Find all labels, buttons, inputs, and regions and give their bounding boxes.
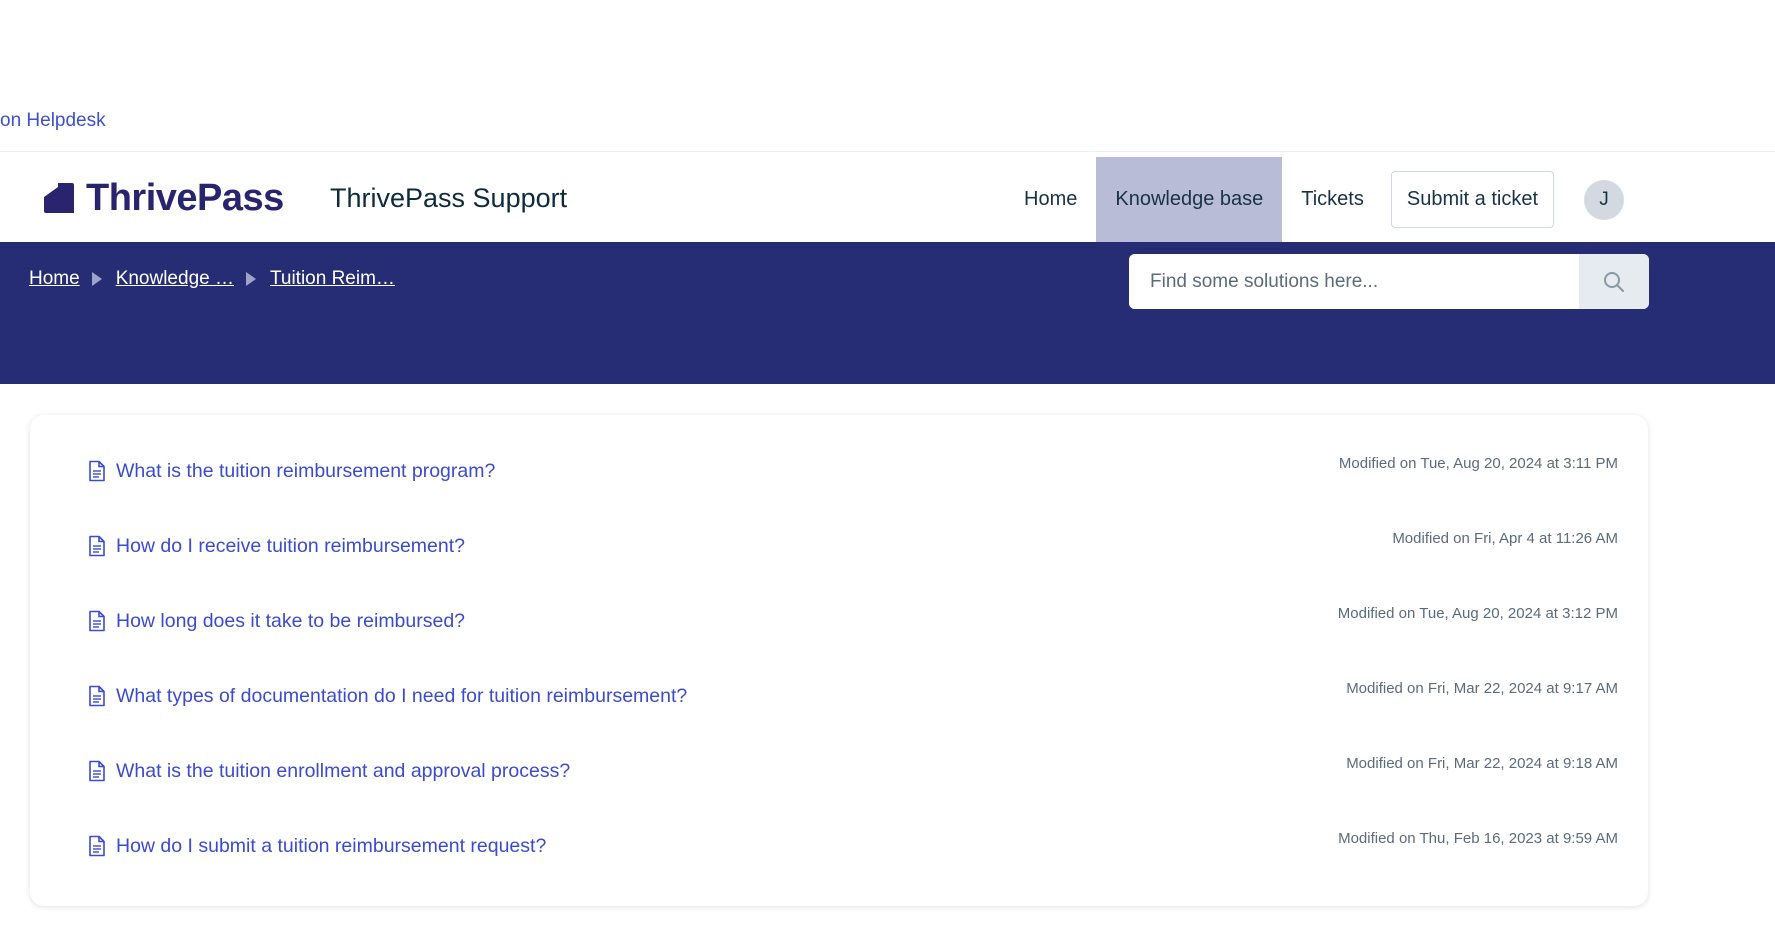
article-row: What is the tuition reimbursement progra… <box>88 451 1618 491</box>
document-icon <box>89 760 105 782</box>
article-link[interactable]: How do I submit a tuition reimbursement … <box>116 835 546 858</box>
article-modified: Modified on Fri, Apr 4 at 11:26 AM <box>1392 530 1618 547</box>
search-button[interactable] <box>1579 254 1649 309</box>
site-header: ThrivePass ThrivePass Support Home Knowl… <box>0 152 1775 242</box>
document-icon <box>89 685 105 707</box>
document-icon <box>89 460 105 482</box>
article-row: How long does it take to be reimbursed? … <box>88 601 1618 641</box>
article-row: How do I submit a tuition reimbursement … <box>88 826 1618 866</box>
user-avatar[interactable]: J <box>1584 179 1625 220</box>
breadcrumb-knowledge-base[interactable]: Knowledge … <box>116 268 234 290</box>
article-modified: Modified on Tue, Aug 20, 2024 at 3:11 PM <box>1338 455 1618 472</box>
logo-text: ThrivePass <box>86 176 284 219</box>
article-row: What types of documentation do I need fo… <box>88 676 1618 716</box>
search-icon <box>1604 271 1624 292</box>
caret-right-icon <box>91 272 102 286</box>
article-link[interactable]: How long does it take to be reimbursed? <box>116 610 465 633</box>
article-modified: Modified on Tue, Aug 20, 2024 at 3:12 PM <box>1337 605 1618 622</box>
logo-mark-icon <box>44 183 74 213</box>
search-box <box>1129 254 1649 309</box>
article-row: What is the tuition enrollment and appro… <box>88 751 1618 791</box>
main-nav: Home Knowledge base Tickets Submit a tic… <box>1005 157 1625 242</box>
article-link[interactable]: How do I receive tuition reimbursement? <box>116 535 465 558</box>
helpdesk-link[interactable]: on Helpdesk <box>0 110 106 132</box>
portal-name: ThrivePass Support <box>330 183 568 213</box>
brand-logo[interactable]: ThrivePass <box>42 177 284 219</box>
article-list: What is the tuition reimbursement progra… <box>30 415 1648 906</box>
article-link[interactable]: What is the tuition reimbursement progra… <box>116 460 495 483</box>
article-row: How do I receive tuition reimbursement? … <box>88 526 1618 566</box>
nav-knowledge-base[interactable]: Knowledge base <box>1096 157 1283 242</box>
caret-right-icon <box>245 272 256 286</box>
breadcrumb-folder[interactable]: Tuition Reim… <box>270 268 395 290</box>
submit-ticket-button[interactable]: Submit a ticket <box>1390 171 1555 228</box>
article-modified: Modified on Fri, Mar 22, 2024 at 9:18 AM <box>1346 755 1618 772</box>
search-input[interactable] <box>1129 254 1579 309</box>
nav-tickets[interactable]: Tickets <box>1282 157 1383 242</box>
top-strip: on Helpdesk <box>0 0 1775 152</box>
article-link[interactable]: What types of documentation do I need fo… <box>116 685 687 708</box>
article-link[interactable]: What is the tuition enrollment and appro… <box>116 760 570 783</box>
document-icon <box>89 535 105 557</box>
article-modified: Modified on Fri, Mar 22, 2024 at 9:17 AM <box>1346 680 1618 697</box>
hero-banner: Home Knowledge … Tuition Reim… <box>0 242 1775 384</box>
article-modified: Modified on Thu, Feb 16, 2023 at 9:59 AM <box>1338 830 1618 847</box>
document-icon <box>89 610 105 632</box>
document-icon <box>89 835 105 857</box>
breadcrumb: Home Knowledge … Tuition Reim… <box>29 268 395 290</box>
nav-home[interactable]: Home <box>1005 157 1096 242</box>
breadcrumb-home[interactable]: Home <box>29 268 80 290</box>
